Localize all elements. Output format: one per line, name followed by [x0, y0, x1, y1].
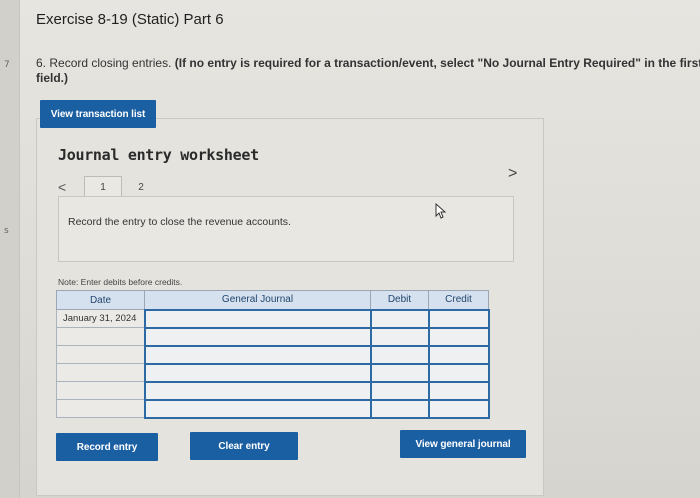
debit-header: Debit [370, 290, 429, 310]
entry-description: Record the entry to close the revenue ac… [68, 216, 291, 228]
account-field[interactable] [143, 380, 372, 401]
debit-field[interactable] [369, 326, 430, 347]
tab-1[interactable]: 1 [84, 176, 122, 198]
view-general-journal-button[interactable]: View general journal [400, 430, 526, 458]
credit-field[interactable] [427, 398, 490, 419]
table-row [56, 398, 490, 419]
credit-field[interactable] [427, 362, 490, 383]
debit-field[interactable] [369, 362, 430, 383]
instruction-bold: (If no entry is required for a transacti… [174, 56, 700, 70]
clear-entry-button[interactable]: Clear entry [190, 432, 298, 460]
debit-field[interactable] [369, 398, 430, 419]
credit-field[interactable] [427, 308, 490, 329]
note-text: Note: Enter debits before credits. [58, 277, 183, 287]
worksheet-title: Journal entry worksheet [58, 146, 259, 164]
general-journal-header: General Journal [144, 290, 371, 310]
view-transaction-list-button[interactable]: View transaction list [40, 100, 156, 128]
date-cell [56, 345, 145, 364]
credit-field[interactable] [427, 344, 490, 365]
journal-table: Date General Journal Debit Credit Januar… [56, 290, 490, 419]
date-cell [56, 363, 145, 382]
account-field[interactable] [143, 308, 372, 329]
instruction-text: Record closing entries. [46, 56, 175, 70]
credit-header: Credit [428, 290, 489, 310]
table-row: January 31, 2024 [56, 308, 490, 329]
left-mark: s [4, 226, 9, 236]
instructions: 6. Record closing entries. (If no entry … [36, 56, 700, 86]
date-header: Date [56, 290, 145, 310]
table-header-row: Date General Journal Debit Credit [56, 290, 489, 310]
date-cell [56, 327, 145, 346]
table-row [56, 380, 490, 401]
debit-field[interactable] [369, 344, 430, 365]
chevron-left-icon[interactable]: < [58, 179, 66, 195]
credit-field[interactable] [427, 326, 490, 347]
date-cell [56, 399, 145, 418]
instruction-bold-line2: field.) [36, 71, 68, 85]
account-field[interactable] [143, 344, 372, 365]
account-field[interactable] [143, 398, 372, 419]
credit-field[interactable] [427, 380, 490, 401]
date-cell: January 31, 2024 [56, 309, 145, 328]
table-row [56, 344, 490, 365]
mouse-cursor-icon [435, 203, 447, 219]
tab-2[interactable]: 2 [124, 176, 158, 198]
table-row [56, 362, 490, 383]
left-panel-strip: 7 s [0, 0, 20, 498]
record-entry-button[interactable]: Record entry [56, 433, 158, 461]
instruction-number: 6. [36, 56, 47, 70]
account-field[interactable] [143, 362, 372, 383]
table-row [56, 326, 490, 347]
debit-field[interactable] [369, 308, 430, 329]
page-title: Exercise 8-19 (Static) Part 6 [36, 11, 224, 28]
debit-field[interactable] [369, 380, 430, 401]
chevron-right-icon[interactable]: > [508, 165, 517, 183]
date-cell [56, 381, 145, 400]
left-mark: 7 [4, 60, 10, 70]
account-field[interactable] [143, 326, 372, 347]
